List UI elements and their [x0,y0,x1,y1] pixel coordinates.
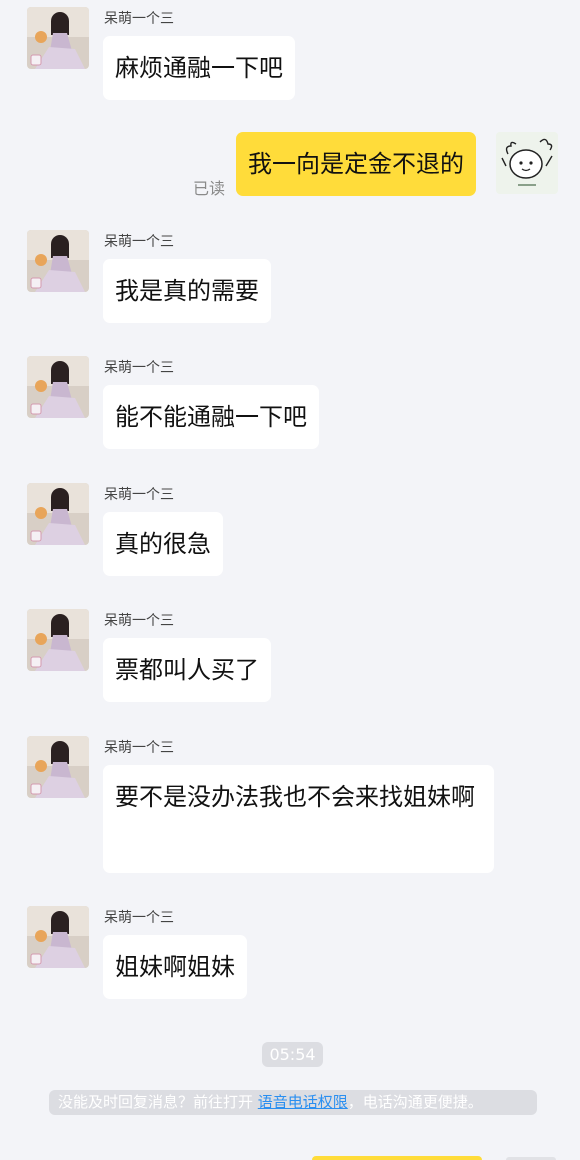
contact-avatar[interactable] [27,906,89,968]
message-bubble[interactable]: 姐妹啊姐妹 [103,935,247,999]
contact-name: 呆萌一个三 [104,910,174,926]
message-bubble-sent[interactable]: 我一向是定金不退的 [236,132,476,196]
timestamp-pill: 05:54 [262,1042,323,1067]
contact-name: 呆萌一个三 [104,487,174,503]
message-bubble[interactable]: 我是真的需要 [103,259,271,323]
read-status: 已读 [193,179,226,198]
contact-avatar[interactable] [27,230,89,292]
contact-avatar[interactable] [27,483,89,545]
contact-name: 呆萌一个三 [104,613,174,629]
message-bubble[interactable]: 麻烦通融一下吧 [103,36,295,100]
contact-name: 呆萌一个三 [104,11,174,27]
contact-name: 呆萌一个三 [104,234,174,250]
notice-text: 没能及时回复消息？前往打开 [58,1093,258,1111]
notice-text-suffix: ，电话沟通更便捷。 [347,1093,483,1111]
contact-avatar[interactable] [27,7,89,69]
message-bubble[interactable]: 能不能通融一下吧 [103,385,319,449]
voice-call-permission-link[interactable]: 语音电话权限 [258,1093,348,1111]
message-bubble[interactable]: 票都叫人买了 [103,638,271,702]
my-avatar[interactable] [496,132,558,194]
message-bubble[interactable]: 真的很急 [103,512,223,576]
contact-name: 呆萌一个三 [104,360,174,376]
contact-name: 呆萌一个三 [104,740,174,756]
contact-avatar[interactable] [27,609,89,671]
message-bubble[interactable]: 要不是没办法我也不会来找姐妹啊 [103,765,494,873]
contact-avatar[interactable] [27,356,89,418]
system-notice: 没能及时回复消息？前往打开 语音电话权限，电话沟通更便捷。 [49,1090,537,1115]
contact-avatar[interactable] [27,736,89,798]
message-bubble-sent-partial [312,1156,482,1160]
